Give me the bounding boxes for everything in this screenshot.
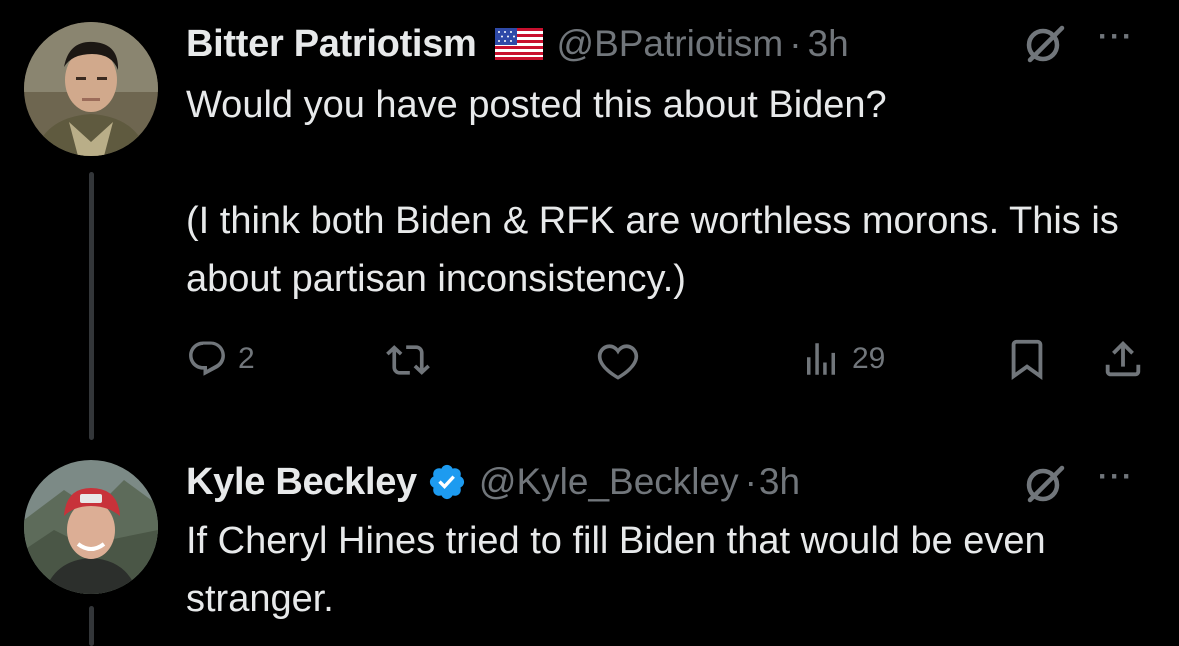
views-count: 29 [852,342,886,375]
share-icon [1105,340,1141,377]
user-handle[interactable]: @Kyle_Beckley [479,461,739,503]
heart-icon [597,344,639,380]
bookmark-button[interactable] [1004,336,1050,382]
reply-button[interactable]: 2 [186,338,255,380]
views-button[interactable]: 29 [800,338,885,380]
avatar-image [24,22,158,156]
more-options-icon[interactable]: ··· [1098,460,1134,494]
tweet-header: Kyle Beckley @Kyle_Beckley · 3h [186,452,800,512]
tweet-1[interactable]: Bitter Patriotism @BPatriotism · 3h ··· … [0,0,1179,440]
more-options-icon[interactable]: ··· [1098,20,1134,54]
tweet-header: Bitter Patriotism @BPatriotism · 3h [186,14,849,74]
timestamp[interactable]: 3h [808,23,849,65]
separator-dot: · [789,23,802,64]
tweet-2[interactable]: Kyle Beckley @Kyle_Beckley · 3h ··· If C… [0,440,1179,646]
reply-count: 2 [238,342,255,375]
avatar-kyle-beckley[interactable] [24,460,158,594]
like-button[interactable] [596,338,640,382]
avatar-image [24,460,158,594]
grok-icon[interactable] [1022,22,1066,66]
thread-line [89,606,94,646]
timestamp[interactable]: 3h [759,461,800,503]
verified-badge-icon [427,462,467,502]
us-flag-icon [494,28,543,60]
display-name[interactable]: Kyle Beckley [186,461,417,504]
display-name[interactable]: Bitter Patriotism [186,23,477,66]
repost-button[interactable] [386,338,430,382]
user-handle[interactable]: @BPatriotism [557,23,784,65]
views-icon [807,343,835,375]
repost-icon [386,345,430,375]
tweet-text: Would you have posted this about Biden? … [186,84,1119,300]
tweet-text: If Cheryl Hines tried to fill Biden that… [186,520,1046,620]
avatar-bitter-patriotism[interactable] [24,22,158,156]
reply-icon [189,341,225,376]
share-button[interactable] [1100,336,1146,382]
bookmark-icon [1011,339,1043,380]
thread-line [89,172,94,440]
tweet-actions: 2 29 [186,330,1146,390]
grok-icon[interactable] [1022,462,1066,506]
separator-dot: · [744,461,757,502]
